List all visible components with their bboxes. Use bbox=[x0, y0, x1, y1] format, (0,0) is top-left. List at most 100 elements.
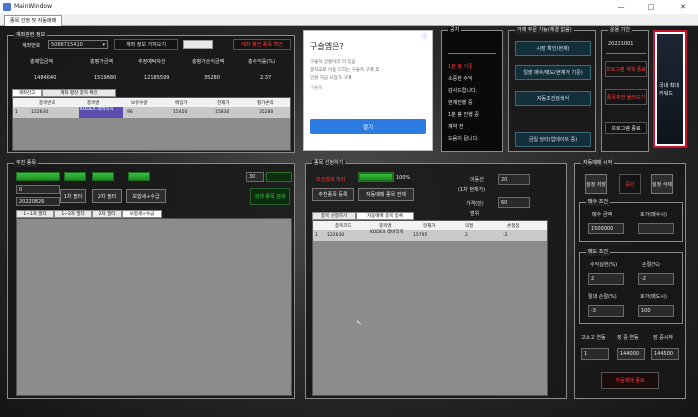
window-title: MainWindow bbox=[14, 3, 52, 10]
supply-filter-button[interactable]: 보합세+수급 bbox=[126, 189, 166, 203]
chevron-down-icon: ▾ bbox=[102, 41, 105, 48]
buy-amount-input[interactable]: 1500000 bbox=[588, 223, 624, 234]
notice-line-1: 1분 봉 기준 bbox=[448, 64, 473, 70]
notice-panel: 공지 1분 봉 기준 소중한 수익 감사드립니다. 현재진행 중 1분 봉 진행… bbox=[441, 27, 503, 152]
search-limit-input[interactable]: 30 bbox=[246, 172, 264, 182]
auto-trade-all-button[interactable]: 자동매매 종목 전체 bbox=[358, 188, 414, 201]
ad-title: 구슬옙은? bbox=[310, 42, 344, 51]
selection-grid-header: 종목코드 종목명 현재가 익절 손절점 bbox=[313, 221, 547, 230]
side-ad-image bbox=[657, 34, 683, 144]
account-number-combo[interactable]: 5088715410 ▾ bbox=[48, 40, 108, 49]
row-curprice: 15830 bbox=[215, 110, 230, 115]
filter1-button[interactable]: 1차 필터 bbox=[60, 189, 86, 203]
tab-supply[interactable]: 보합세+수급 bbox=[122, 210, 162, 218]
account-info-button[interactable]: 계좌 정보 가져오기 bbox=[114, 39, 178, 50]
account-grid[interactable]: 종목번호 종목명 보유수량 매입가 현재가 평가손익 1 122630 KODE… bbox=[12, 97, 291, 151]
sell-condition-title: 매도 조건 bbox=[586, 249, 610, 256]
table-row[interactable]: 1 122630 KODEX 레버리지 96 15450 15830 35280 bbox=[13, 107, 290, 118]
today-update-button[interactable]: 금일 당타(업데이트 중) bbox=[515, 132, 591, 147]
account-number-label: 계좌번호 bbox=[22, 43, 41, 49]
filter1-indicator bbox=[64, 172, 86, 181]
selection-progress-fill bbox=[359, 173, 393, 181]
search-results-grid[interactable] bbox=[16, 218, 292, 396]
close-button[interactable]: ✕ bbox=[672, 0, 694, 14]
ad-info-icon[interactable]: ⓘ bbox=[422, 33, 427, 40]
selection-grid[interactable]: 종목코드 종목명 현재가 익절 손절점 1 122630 KODEX 레버리지 … bbox=[312, 220, 548, 396]
sel-row-code: 122630 bbox=[327, 233, 345, 238]
tab-select-stock[interactable]: 종목 선정하기 bbox=[312, 212, 356, 220]
tab-filter-1-1[interactable]: 1~1차 필터 bbox=[16, 210, 54, 218]
account-check-button[interactable]: 계좌 평잔 종목 확인 bbox=[233, 39, 291, 50]
operation-divider bbox=[606, 53, 646, 54]
price-input[interactable]: 60 bbox=[498, 197, 530, 208]
selection-title: 종목 선정하기 bbox=[312, 160, 346, 167]
selection-progress-track bbox=[358, 172, 394, 182]
auto-condition-button[interactable]: 자동조건검색식 bbox=[515, 91, 591, 106]
ad-open-button[interactable]: 열기 bbox=[310, 119, 426, 134]
auto-trading-title: 자동매매 시작 bbox=[581, 160, 615, 167]
main-tabbar: 종목 선정 및 자동매매 bbox=[0, 14, 698, 26]
total-buy-value: 1484640 bbox=[34, 75, 57, 81]
range-label: 범위 bbox=[470, 211, 480, 217]
maximize-button[interactable]: □ bbox=[640, 0, 662, 14]
tab-auto-register[interactable]: 자동매매 종목 등록 bbox=[356, 212, 414, 220]
sell-hoga-input[interactable]: 100 bbox=[638, 305, 674, 317]
notice-title: 공지 bbox=[448, 27, 462, 34]
account-password-field[interactable] bbox=[183, 40, 213, 49]
sel-col-profit: 익절 bbox=[465, 224, 474, 229]
moving-line-label: 이동선 bbox=[470, 177, 484, 183]
row-pnl: 35280 bbox=[259, 110, 274, 115]
loss-input[interactable]: -2 bbox=[638, 273, 674, 285]
filter2-button[interactable]: 2차 필터 bbox=[92, 189, 122, 203]
total-pnl-label: 총평가손익금액 bbox=[192, 59, 225, 65]
grid-col-code: 종목번호 bbox=[39, 101, 56, 106]
search-count-input[interactable]: 0 bbox=[16, 185, 60, 194]
bottom-input-3[interactable]: 144500 bbox=[651, 348, 679, 360]
sel-row-price: 15795 bbox=[413, 233, 428, 238]
buy-hoga-label: 호가(매수시) bbox=[640, 212, 667, 218]
tab-auto-trading[interactable]: 종목 선정 및 자동매매 bbox=[4, 15, 63, 26]
notice-line-6: 계약 전 bbox=[448, 124, 464, 130]
recommend-register-button[interactable]: 추천종목 등록 bbox=[312, 188, 354, 201]
tab-filter-1-2[interactable]: 1~2차 필터 bbox=[54, 210, 92, 218]
sel-row-profit: 2 bbox=[465, 233, 468, 238]
delete-settings-button[interactable]: 설정 삭제 bbox=[651, 174, 673, 194]
tab-filter-2[interactable]: 2차 필터 bbox=[92, 210, 122, 218]
sel-col-name: 종목명 bbox=[379, 224, 392, 229]
search-stock-button[interactable]: 검색 종목 검색 bbox=[250, 188, 290, 205]
bulk-trade-button[interactable]: 일괄 매수/매도(현재가 기준) bbox=[515, 65, 591, 80]
profit-input[interactable]: 2 bbox=[588, 273, 624, 285]
price-label: 가격(만) bbox=[466, 201, 484, 207]
minimize-button[interactable]: — bbox=[610, 0, 632, 14]
buy-amount-label: 매수 금액 bbox=[592, 212, 612, 218]
save-settings-button[interactable]: 설정 저장 bbox=[585, 174, 607, 194]
filter3-indicator bbox=[128, 172, 150, 181]
tab-account-check[interactable]: 계좌 평잔 종목 확인 bbox=[42, 89, 116, 97]
grid-col-buyprice: 매입가 bbox=[175, 101, 188, 106]
bottom-input-2[interactable]: 144000 bbox=[617, 348, 645, 360]
buy-hoga-input[interactable] bbox=[638, 223, 674, 234]
program-plan-button[interactable]: 프로그램 계획 종료 bbox=[605, 61, 647, 77]
side-ad-panel[interactable]: 국내 최대 키워드 bbox=[653, 30, 687, 148]
abs-loss-label: 절대 손절(%) bbox=[588, 294, 617, 300]
grid-col-curprice: 현재가 bbox=[217, 101, 230, 106]
table-row[interactable]: 1 122630 KODEX 레버리지 15795 2 -2 bbox=[313, 230, 547, 241]
sel-col-price: 현재가 bbox=[423, 224, 436, 229]
abs-loss-input[interactable]: -3 bbox=[588, 305, 624, 317]
market-check-button[interactable]: 시장 확인(현재) bbox=[515, 41, 591, 56]
stop-button[interactable]: 중단 bbox=[619, 174, 641, 194]
auto-trading-stop-button[interactable]: 자동매매 종료 bbox=[601, 372, 659, 389]
program-exit-button[interactable]: 프로그램 종료 bbox=[605, 122, 647, 134]
ad-panel[interactable]: 구슬옙은? 구슬쏙 상황이라 이 있음 중학교로 이용 드리는 구슬쏙 구매 후… bbox=[303, 30, 433, 151]
tab-account-balance[interactable]: 계좌잔고 bbox=[12, 89, 42, 97]
bottom-input-1[interactable]: 1 bbox=[581, 348, 609, 360]
row-name: KODEX 레버리지 bbox=[79, 107, 123, 118]
sel-col-code: 종목코드 bbox=[335, 224, 352, 229]
search-date-input[interactable]: 20220826 bbox=[16, 197, 60, 206]
search-limit-indicator bbox=[266, 172, 292, 182]
recommend-load-button[interactable]: 종목추천 불러오기 bbox=[605, 89, 647, 105]
operation-panel: 운용 기간 20221001 프로그램 계획 종료 종목추천 불러오기 프로그램… bbox=[601, 27, 649, 152]
moving-line-input[interactable]: 20 bbox=[498, 174, 530, 185]
trade-menu-title: 거래 주문 기능(체결 없음) bbox=[515, 27, 574, 34]
sel-row-loss: -2 bbox=[503, 233, 508, 238]
